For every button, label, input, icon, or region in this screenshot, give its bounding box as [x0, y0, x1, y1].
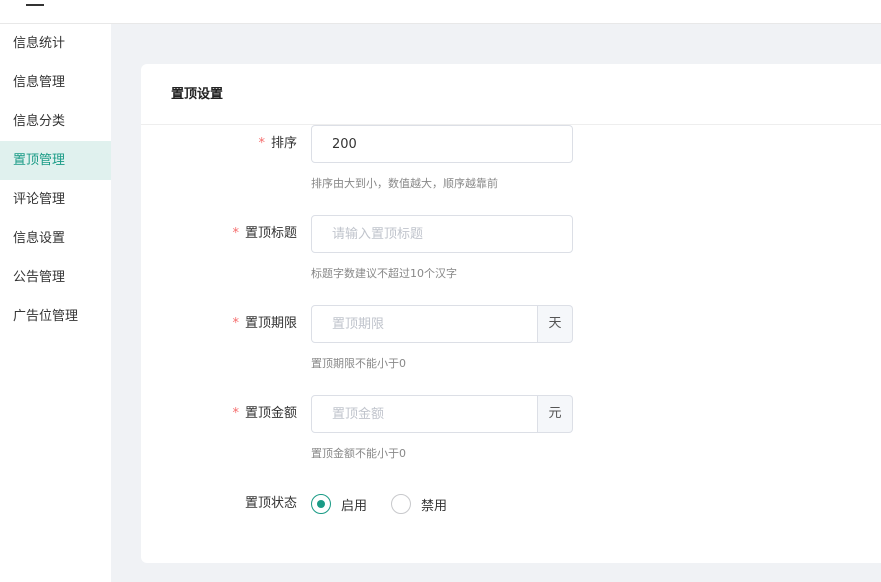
- sidebar-item-ad-manage[interactable]: 广告位管理: [0, 297, 111, 336]
- status-label: 置顶状态: [244, 496, 297, 511]
- radio-checked-icon[interactable]: [311, 494, 331, 514]
- period-input[interactable]: [311, 305, 538, 343]
- sidebar: 信息统计 信息管理 信息分类 置顶管理 评论管理 信息设置 公告管理 广告位管理: [0, 24, 111, 582]
- card-title: 置顶设置: [141, 64, 881, 125]
- menu-toggle-icon[interactable]: [26, 0, 44, 6]
- required-mark: *: [232, 406, 239, 421]
- sidebar-item-top-manage[interactable]: 置顶管理: [0, 141, 111, 180]
- title-input[interactable]: [311, 215, 573, 253]
- period-hint: 置顶期限不能小于0: [311, 357, 406, 370]
- required-mark: *: [232, 226, 239, 241]
- status-disable-label: 禁用: [421, 498, 448, 514]
- status-enable-radio[interactable]: 启用: [311, 494, 367, 514]
- sort-label: * 排序: [258, 125, 297, 163]
- status-disable-radio[interactable]: 禁用: [391, 494, 447, 514]
- status-radio-group: 启用 禁用: [311, 485, 471, 523]
- sidebar-item-info-settings[interactable]: 信息设置: [0, 219, 111, 258]
- radio-unchecked-icon[interactable]: [391, 494, 412, 514]
- top-settings-card: 置顶设置 * 排序 排序由大到小，数值越大，顺序越靠前 * 置顶标题 标题字数建议不…: [141, 64, 881, 563]
- amount-label: * 置顶金额: [232, 395, 297, 433]
- sidebar-item-info-manage[interactable]: 信息管理: [0, 63, 111, 102]
- period-suffix: 天: [538, 305, 573, 343]
- title-label-text: 置顶标题: [244, 226, 297, 241]
- sidebar-item-info-category[interactable]: 信息分类: [0, 102, 111, 141]
- sort-label-text: 排序: [270, 136, 297, 151]
- amount-hint: 置顶金额不能小于0: [311, 447, 406, 460]
- sidebar-item-comment-manage[interactable]: 评论管理: [0, 180, 111, 219]
- sort-hint: 排序由大到小，数值越大，顺序越靠前: [311, 177, 498, 190]
- top-bar: [0, 0, 881, 24]
- required-mark: *: [232, 316, 239, 331]
- status-enable-label: 启用: [341, 498, 368, 514]
- title-hint: 标题字数建议不超过10个汉字: [311, 267, 457, 280]
- title-label: * 置顶标题: [232, 215, 297, 253]
- required-mark: *: [258, 136, 265, 151]
- sidebar-item-notice-manage[interactable]: 公告管理: [0, 258, 111, 297]
- amount-label-text: 置顶金额: [244, 406, 297, 421]
- amount-suffix: 元: [538, 395, 573, 433]
- amount-input[interactable]: [311, 395, 538, 433]
- period-label: * 置顶期限: [232, 305, 297, 343]
- sidebar-item-info-stats[interactable]: 信息统计: [0, 24, 111, 63]
- sort-input[interactable]: [311, 125, 573, 163]
- period-label-text: 置顶期限: [244, 316, 297, 331]
